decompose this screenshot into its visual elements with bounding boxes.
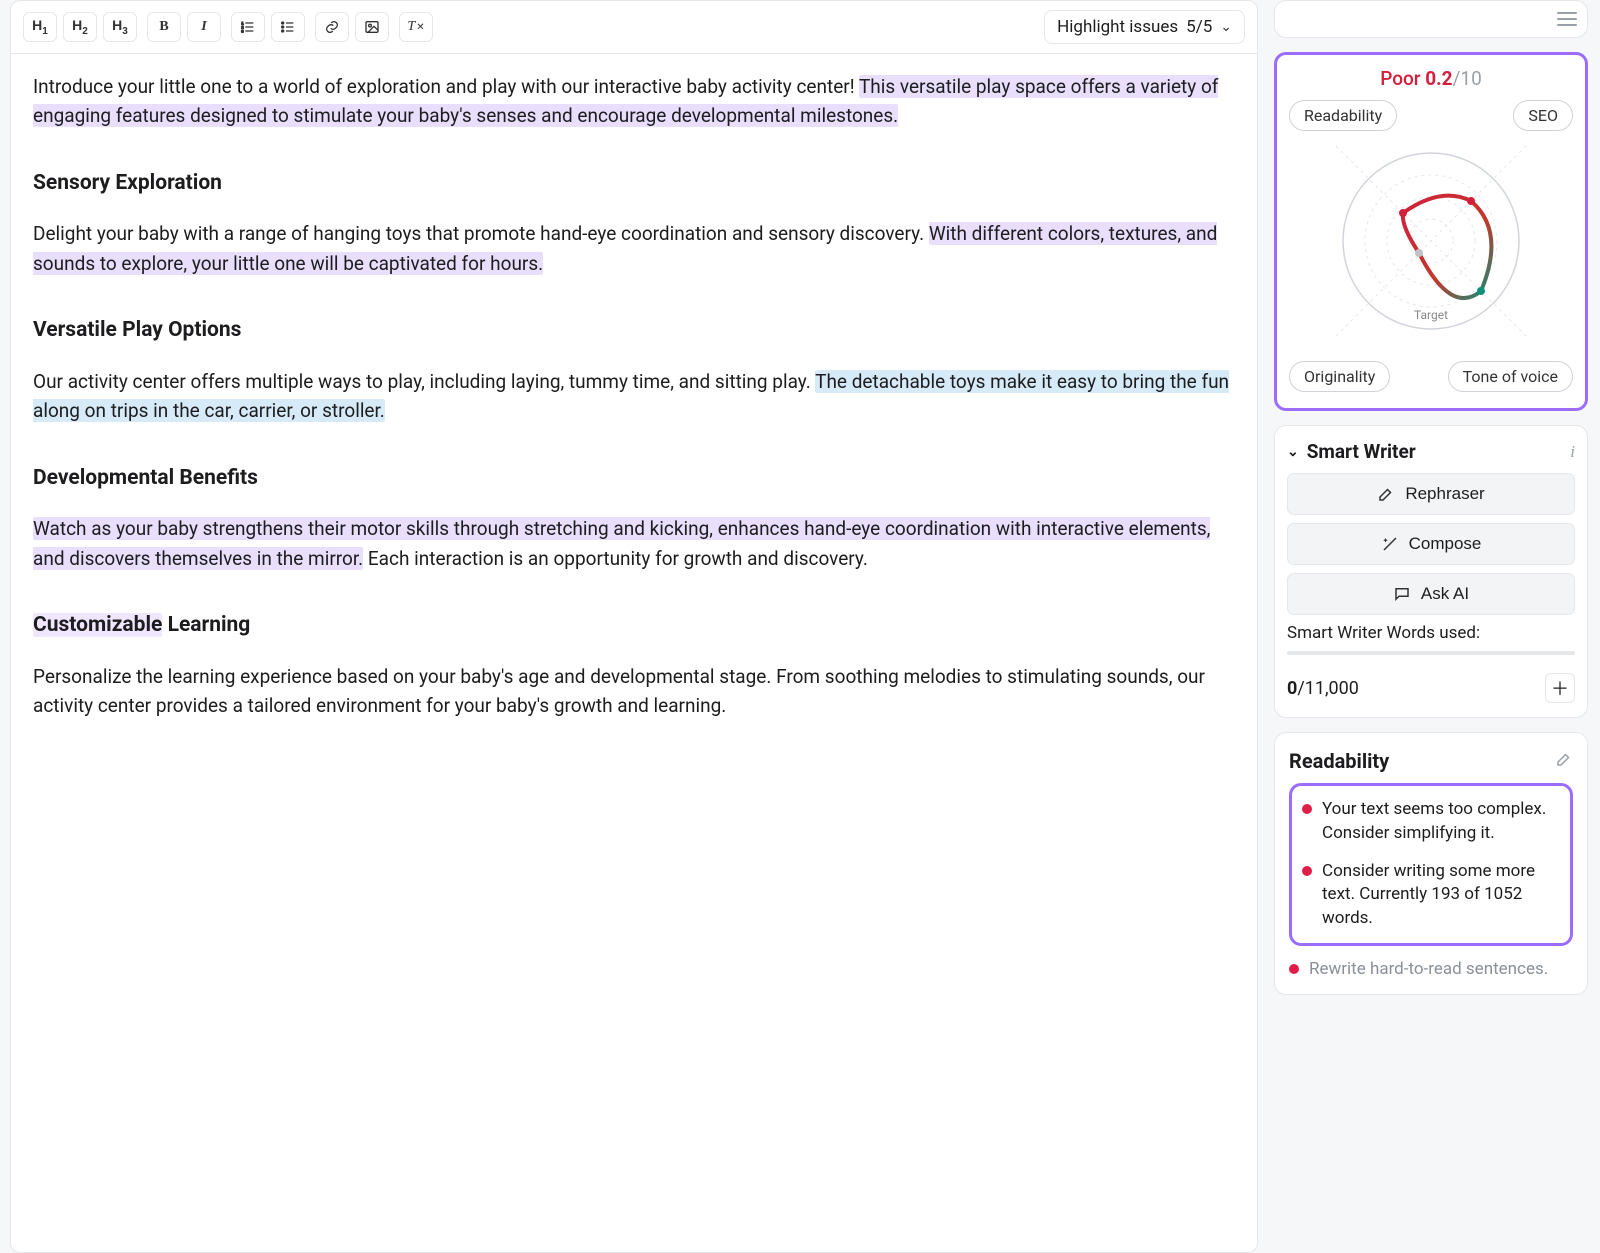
highlight-label: Highlight issues (1057, 17, 1178, 37)
heading-1-button[interactable]: H1 (23, 12, 57, 42)
body-paragraph[interactable]: Personalize the learning experience base… (33, 662, 1235, 721)
info-icon[interactable]: i (1570, 442, 1575, 462)
chat-icon (1393, 585, 1411, 603)
radar-chart: Target (1311, 141, 1551, 351)
svg-text:3: 3 (241, 28, 244, 33)
heading-2-button[interactable]: H2 (63, 12, 97, 42)
words-used-label: Smart Writer Words used: (1287, 623, 1575, 643)
link-button[interactable] (315, 12, 349, 42)
heading-3-button[interactable]: H3 (103, 12, 137, 42)
image-button[interactable] (355, 12, 389, 42)
smart-writer-card: ⌄ Smart Writer i Rephraser Compose Ask A… (1274, 425, 1588, 718)
add-words-button[interactable]: ＋ (1545, 673, 1575, 703)
highlight-issues-dropdown[interactable]: Highlight issues 5/5 ⌄ (1044, 10, 1245, 44)
section-heading[interactable]: Sensory Exploration (33, 167, 1235, 200)
edit-icon (1377, 485, 1395, 503)
chevron-down-icon: ⌄ (1220, 19, 1232, 35)
target-label: Target (1414, 308, 1448, 322)
words-used-count: 0/11,000 (1287, 678, 1359, 699)
clear-format-button[interactable]: T✕ (399, 12, 433, 42)
side-top-bar (1274, 0, 1588, 38)
error-dot-icon (1289, 964, 1299, 974)
editor-toolbar: H1 H2 H3 B I 123 (11, 1, 1257, 54)
body-paragraph[interactable]: Delight your baby with a range of hangin… (33, 219, 1235, 278)
section-heading[interactable]: Customizable Learning (33, 609, 1235, 642)
score-line: Poor 0.2/10 (1380, 67, 1482, 90)
pencil-icon[interactable] (1555, 750, 1573, 773)
highlight-span[interactable]: Customizable (33, 613, 162, 637)
readability-pill[interactable]: Readability (1289, 100, 1397, 131)
italic-button[interactable]: I (187, 12, 221, 42)
issue-item[interactable]: Consider writing some more text. Current… (1302, 860, 1560, 931)
wand-icon (1381, 535, 1399, 553)
ask-ai-button[interactable]: Ask AI (1287, 573, 1575, 615)
words-used-bar (1287, 651, 1575, 655)
body-paragraph[interactable]: Watch as your baby strengthens their mot… (33, 514, 1235, 573)
error-dot-icon (1302, 804, 1312, 814)
compose-button[interactable]: Compose (1287, 523, 1575, 565)
error-dot-icon (1302, 866, 1312, 876)
ordered-list-button[interactable]: 123 (231, 12, 265, 42)
editor-panel: H1 H2 H3 B I 123 (10, 0, 1258, 1253)
issue-item[interactable]: Your text seems too complex. Consider si… (1302, 798, 1560, 846)
seo-pill[interactable]: SEO (1513, 100, 1573, 131)
document-body[interactable]: Introduce your little one to a world of … (11, 54, 1257, 785)
readability-card: Readability Your text seems too complex.… (1274, 732, 1588, 995)
tone-pill[interactable]: Tone of voice (1448, 361, 1573, 392)
readability-title: Readability (1289, 749, 1389, 773)
issue-item[interactable]: Rewrite hard-to-read sentences. (1289, 958, 1573, 982)
side-panel: Poor 0.2/10 Readability SEO (1274, 0, 1590, 1253)
rephraser-button[interactable]: Rephraser (1287, 473, 1575, 515)
originality-pill[interactable]: Originality (1289, 361, 1390, 392)
intro-paragraph[interactable]: Introduce your little one to a world of … (33, 72, 1235, 131)
chevron-down-icon: ⌄ (1287, 444, 1299, 460)
body-paragraph[interactable]: Our activity center offers multiple ways… (33, 367, 1235, 426)
readability-issues: Your text seems too complex. Consider si… (1289, 783, 1573, 946)
bold-button[interactable]: B (147, 12, 181, 42)
section-heading[interactable]: Developmental Benefits (33, 462, 1235, 495)
unordered-list-button[interactable] (271, 12, 305, 42)
section-heading[interactable]: Versatile Play Options (33, 314, 1235, 347)
smart-writer-title[interactable]: ⌄ Smart Writer (1287, 440, 1416, 463)
score-card: Poor 0.2/10 Readability SEO (1274, 52, 1588, 411)
menu-icon[interactable] (1551, 5, 1583, 33)
highlight-count: 5/5 (1186, 17, 1212, 37)
